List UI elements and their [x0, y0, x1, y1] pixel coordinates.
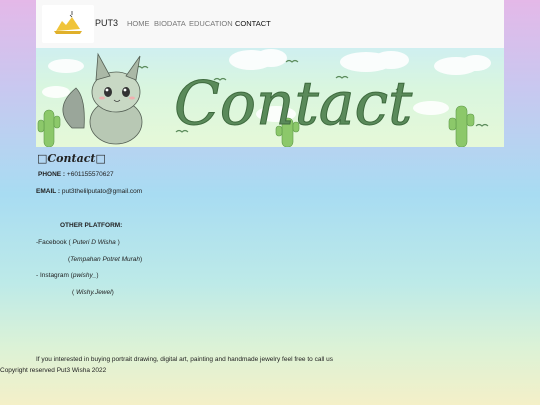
- instagram-line: - Instagram (pwishy_): [36, 272, 99, 279]
- instagram-shop-close: ): [111, 289, 114, 296]
- contact-note: If you interested in buying portrait dra…: [36, 356, 334, 363]
- facebook-page-close: ): [140, 256, 143, 263]
- email-value[interactable]: put3thelilputato@gmail.com: [62, 188, 142, 195]
- instagram-shop-name[interactable]: Wishy.Jewel: [76, 289, 112, 296]
- email-line: EMAIL : put3thelilputato@gmail.com: [36, 188, 142, 195]
- nav-home-link[interactable]: HOME: [127, 19, 150, 28]
- phone-value[interactable]: +601155570627: [67, 171, 114, 178]
- email-label: EMAIL :: [36, 188, 61, 195]
- instagram-name[interactable]: pwishy_: [73, 272, 96, 279]
- phone-label: PHONE :: [38, 171, 66, 178]
- facebook-prefix: -Facebook (: [36, 239, 71, 246]
- brand-name[interactable]: PUT3: [95, 18, 118, 28]
- facebook-suffix: ): [117, 239, 120, 246]
- navbar: PUT3 HOME BIODATA EDUCATION CONTACT: [36, 0, 504, 49]
- nav-biodata-link[interactable]: BIODATA: [154, 19, 186, 28]
- instagram-prefix: - Instagram (: [36, 272, 73, 279]
- footer-copyright: Copyright reserved Put3 Wisha 2022: [0, 367, 107, 374]
- phone-line: PHONE : +601155570627: [38, 171, 114, 178]
- site-logo[interactable]: [42, 5, 94, 43]
- banner-contact-text: Contact: [174, 69, 413, 139]
- facebook-page-line: (Tempahan Potret Murah): [68, 256, 142, 263]
- instagram-suffix: ): [96, 272, 99, 279]
- facebook-name[interactable]: Puteri D Wisha: [73, 239, 116, 246]
- contact-title: □Contact□: [37, 152, 106, 165]
- instagram-shop-line: ( Wishy.Jewel): [72, 289, 114, 296]
- contact-banner-image: Contact: [36, 48, 504, 147]
- nav-education-link[interactable]: EDUCATION: [189, 19, 233, 28]
- facebook-line: -Facebook ( Puteri D Wisha ): [36, 239, 120, 246]
- nav-contact-link[interactable]: CONTACT: [235, 19, 271, 28]
- other-platform-heading: OTHER PLATFORM:: [60, 222, 123, 229]
- facebook-page-name[interactable]: Tempahan Potret Murah: [70, 256, 140, 263]
- instagram-shop-open: (: [72, 289, 75, 296]
